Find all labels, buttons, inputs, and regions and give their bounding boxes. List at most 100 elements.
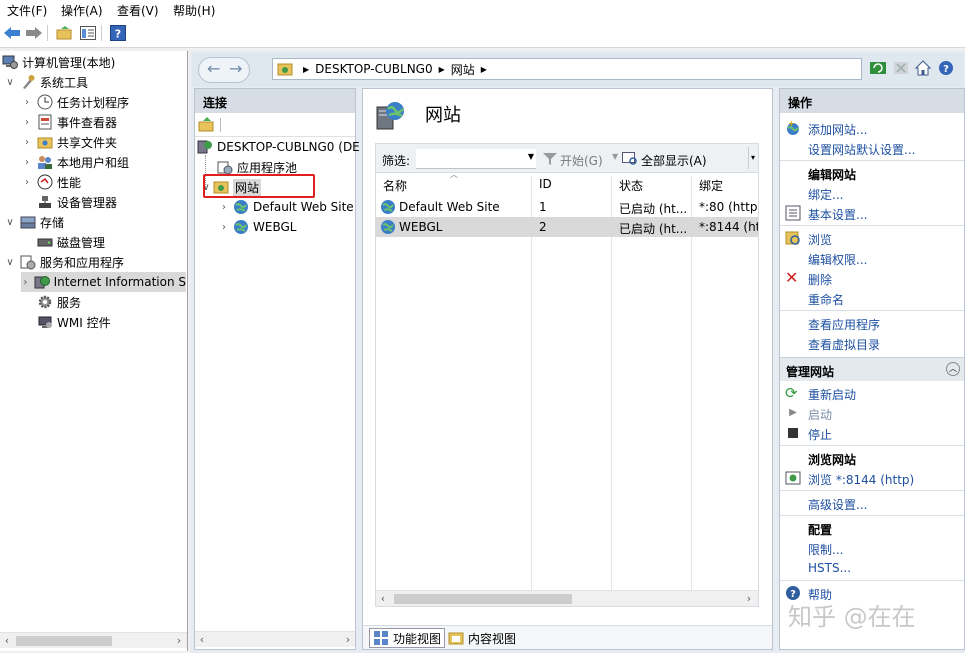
tree-system-tools[interactable]: ∨ 系统工具	[4, 72, 88, 92]
console-tree: 计算机管理(本地) ∨ 系统工具 › 任务计划程序 › 事件查看器 › 共享文件…	[0, 51, 188, 651]
tree-root[interactable]: 计算机管理(本地)	[2, 52, 115, 72]
col-header-id[interactable]: ID	[539, 177, 552, 199]
chevron-right-icon[interactable]: ›	[219, 222, 229, 233]
bindings-link[interactable]: 绑定...	[808, 186, 843, 203]
table-row[interactable]: Default Web Site 1 已启动 (ht... *:80 (http…	[376, 197, 758, 217]
forward-icon[interactable]	[24, 24, 44, 42]
delete-link[interactable]: 删除	[808, 271, 832, 288]
chevron-down-icon[interactable]: ∨	[4, 217, 16, 228]
rename-link[interactable]: 重命名	[808, 291, 844, 308]
tree-task-scheduler[interactable]: › 任务计划程序	[21, 92, 129, 112]
col-header-name[interactable]: 名称	[383, 177, 407, 199]
tree-storage[interactable]: ∨ 存储	[4, 212, 64, 232]
filter-input[interactable]: ▼	[416, 149, 536, 169]
connect-icon[interactable]	[198, 117, 214, 133]
tree-services-apps[interactable]: ∨ 服务和应用程序	[4, 252, 124, 272]
col-header-status[interactable]: 状态	[619, 177, 643, 199]
view-vdirs-link[interactable]: 查看虚拟目录	[808, 336, 880, 353]
tree-event-viewer[interactable]: › 事件查看器	[21, 112, 117, 132]
manage-site-header[interactable]: 管理网站 ︿	[780, 357, 964, 381]
breadcrumb-sites[interactable]: 网站	[451, 61, 475, 78]
chevron-right-icon[interactable]: ›	[21, 277, 30, 288]
tree-disk-management[interactable]: 磁盘管理	[37, 232, 105, 252]
section-divider	[780, 445, 964, 446]
start-icon: ▶	[789, 407, 797, 418]
edit-permissions-link[interactable]: 编辑权限...	[808, 251, 867, 268]
globe-icon	[380, 219, 396, 235]
show-all-button[interactable]: 全部显示(A)	[622, 152, 707, 169]
disk-icon	[37, 234, 53, 250]
tree-local-users[interactable]: › 本地用户和组	[21, 152, 129, 172]
add-site-link[interactable]: 添加网站...	[808, 121, 867, 138]
dropdown-arrow-icon[interactable]: ▼	[612, 152, 618, 161]
scroll-right-icon[interactable]: ›	[172, 633, 186, 649]
stop-icon[interactable]	[893, 60, 909, 76]
breadcrumb-host[interactable]: DESKTOP-CUBLNG0	[315, 62, 432, 76]
start-button[interactable]: 开始(G)	[543, 152, 603, 169]
conn-site-default[interactable]: › Default Web Site	[219, 197, 354, 217]
table-row-selected[interactable]: WEBGL 2 已启动 (ht... *:8144 (htt	[376, 217, 758, 237]
collapse-icon[interactable]: ︿	[946, 362, 960, 376]
chevron-right-icon[interactable]: ›	[21, 117, 33, 128]
arrow-left-icon[interactable]: ←	[207, 59, 220, 78]
help-icon[interactable]: ?	[938, 60, 954, 76]
basic-settings-icon	[785, 205, 801, 221]
scroll-left-icon[interactable]: ‹	[376, 591, 390, 607]
shared-folder-icon	[37, 134, 53, 150]
scroll-left-icon[interactable]: ‹	[195, 632, 209, 648]
hsts-link[interactable]: HSTS...	[808, 561, 851, 575]
tree-hscrollbar[interactable]: ‹ ›	[0, 632, 187, 648]
stop-link[interactable]: 停止	[808, 426, 832, 443]
back-icon[interactable]	[2, 24, 22, 42]
chevron-right-icon[interactable]: ›	[21, 137, 33, 148]
chevron-right-icon[interactable]: ›	[21, 157, 33, 168]
refresh-icon[interactable]	[870, 60, 886, 76]
toolbar-overflow-icon[interactable]: ▾	[751, 146, 759, 170]
help-icon[interactable]: ?	[108, 24, 128, 42]
connections-hscrollbar[interactable]: ‹ ›	[195, 631, 355, 647]
grid-hscrollbar[interactable]: ‹ ›	[376, 590, 758, 606]
folder-up-icon[interactable]	[54, 24, 74, 42]
dropdown-arrow-icon[interactable]: ▼	[528, 152, 534, 161]
menu-view[interactable]: 查看(V)	[117, 2, 159, 19]
tree-services[interactable]: 服务	[37, 292, 81, 312]
chevron-down-icon[interactable]: ∨	[4, 77, 16, 88]
scroll-right-icon[interactable]: ›	[341, 632, 355, 648]
limits-link[interactable]: 限制...	[808, 541, 843, 558]
menu-help[interactable]: 帮助(H)	[173, 2, 215, 19]
basic-settings-link[interactable]: 基本设置...	[808, 206, 867, 223]
menu-action[interactable]: 操作(A)	[61, 2, 103, 19]
col-header-binding[interactable]: 绑定	[699, 177, 723, 199]
chevron-down-icon[interactable]: ∨	[4, 257, 16, 268]
scroll-thumb[interactable]	[394, 594, 572, 604]
address-path[interactable]: ▶ DESKTOP-CUBLNG0 ▶ 网站 ▶	[272, 58, 862, 80]
browse-8144-link[interactable]: 浏览 *:8144 (http)	[808, 471, 914, 488]
tree-iis[interactable]: › Internet Information S	[21, 272, 186, 292]
restart-link[interactable]: 重新启动	[808, 386, 856, 403]
scroll-right-icon[interactable]: ›	[742, 591, 756, 607]
view-apps-link[interactable]: 查看应用程序	[808, 316, 880, 333]
scroll-thumb[interactable]	[16, 636, 112, 646]
nav-back-forward[interactable]: ← →	[198, 57, 250, 83]
home-icon[interactable]	[914, 60, 932, 76]
set-defaults-link[interactable]: 设置网站默认设置...	[808, 141, 915, 158]
browse-link[interactable]: 浏览	[808, 231, 832, 248]
tab-content-view[interactable]: 内容视图	[445, 628, 519, 648]
toolbar-separator	[748, 147, 749, 169]
show-hide-tree-icon[interactable]	[78, 24, 98, 42]
tree-performance[interactable]: › 性能	[21, 172, 81, 192]
scroll-left-icon[interactable]: ‹	[0, 633, 14, 649]
tree-device-manager[interactable]: 设备管理器	[37, 192, 117, 212]
arrow-right-icon[interactable]: →	[229, 59, 242, 78]
conn-server[interactable]: DESKTOP-CUBLNG0 (DE	[197, 137, 360, 157]
tree-wmi[interactable]: WMI 控件	[37, 312, 111, 332]
tree-shared-folders[interactable]: › 共享文件夹	[21, 132, 117, 152]
chevron-right-icon[interactable]: ›	[21, 177, 33, 188]
chevron-right-icon[interactable]: ›	[21, 97, 33, 108]
start-link[interactable]: 启动	[808, 406, 832, 423]
tab-features-view[interactable]: 功能视图	[369, 628, 446, 648]
chevron-right-icon[interactable]: ›	[219, 202, 229, 213]
menu-file[interactable]: 文件(F)	[7, 2, 47, 19]
conn-site-webgl[interactable]: › WEBGL	[219, 217, 296, 237]
advanced-settings-link[interactable]: 高级设置...	[808, 496, 867, 513]
